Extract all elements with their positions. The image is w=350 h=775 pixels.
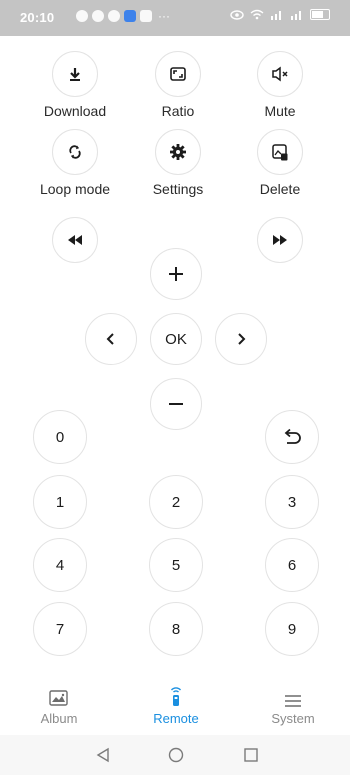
mute-label: Mute: [264, 103, 296, 119]
download-button[interactable]: [52, 51, 98, 97]
system-recents-button[interactable]: [241, 745, 261, 765]
digit-3-button[interactable]: 3: [265, 475, 319, 529]
notification-icons: ···: [76, 9, 170, 23]
system-back-button[interactable]: [93, 745, 113, 765]
chevron-left-icon: [106, 333, 114, 345]
minus-icon: [169, 403, 183, 405]
mute-icon: [272, 66, 288, 82]
album-icon: [49, 690, 68, 706]
ratio-label: Ratio: [161, 103, 195, 119]
loop-mode-button[interactable]: [52, 129, 98, 175]
signal-icon: [271, 11, 281, 20]
fast-forward-icon: [273, 235, 287, 245]
loop-mode-label: Loop mode: [39, 181, 111, 197]
nav-album[interactable]: Album: [14, 685, 104, 726]
mute-button[interactable]: [257, 51, 303, 97]
settings-label: Settings: [152, 181, 204, 197]
back-button[interactable]: [265, 410, 319, 464]
delete-button[interactable]: [257, 129, 303, 175]
battery-icon: [310, 9, 330, 20]
ratio-icon: [170, 67, 186, 81]
plus-icon: [169, 267, 183, 281]
loop-icon: [69, 145, 81, 159]
shield-icon: [108, 10, 120, 22]
app-icon: [124, 10, 136, 22]
right-button[interactable]: [215, 313, 267, 365]
digit-4-button[interactable]: 4: [33, 538, 87, 592]
gear-icon: [170, 144, 186, 160]
bottom-nav: Album Remote System: [0, 685, 350, 735]
chat-icon: [92, 10, 104, 22]
plus-button[interactable]: [150, 248, 202, 300]
download-icon: [70, 68, 80, 81]
download-label: Download: [43, 103, 107, 119]
left-button[interactable]: [85, 313, 137, 365]
digit-5-button[interactable]: 5: [149, 538, 203, 592]
digit-7-button[interactable]: 7: [33, 602, 87, 656]
ratio-button[interactable]: [155, 51, 201, 97]
nav-album-label: Album: [40, 711, 78, 726]
settings-button[interactable]: [155, 129, 201, 175]
delete-label: Delete: [259, 181, 301, 197]
notification-icon: [76, 10, 88, 22]
ok-button[interactable]: OK: [150, 313, 202, 365]
circle-home-icon: [168, 747, 184, 763]
nav-system-label: System: [271, 711, 315, 726]
eye-icon: [230, 9, 244, 20]
remote-icon: [170, 687, 182, 706]
rewind-button[interactable]: [52, 217, 98, 263]
digit-1-button[interactable]: 1: [33, 475, 87, 529]
system-navigation-bar: [0, 735, 350, 775]
status-bar: 20:10 ···: [0, 0, 350, 36]
app-icon: [140, 10, 152, 22]
digit-2-button[interactable]: 2: [149, 475, 203, 529]
signal-icon: [291, 11, 301, 20]
minus-button[interactable]: [150, 378, 202, 430]
menu-icon: [285, 695, 301, 707]
chevron-right-icon: [238, 333, 246, 345]
fast-forward-button[interactable]: [257, 217, 303, 263]
status-time: 20:10: [20, 10, 55, 25]
nav-system[interactable]: System: [248, 685, 338, 726]
more-notifications-icon: ···: [158, 9, 170, 23]
digit-6-button[interactable]: 6: [265, 538, 319, 592]
digit-0-button[interactable]: 0: [33, 410, 87, 464]
digit-8-button[interactable]: 8: [149, 602, 203, 656]
nav-remote[interactable]: Remote: [131, 685, 221, 726]
wifi-icon: [250, 9, 264, 20]
triangle-back-icon: [96, 747, 109, 763]
square-recents-icon: [244, 748, 258, 762]
digit-9-button[interactable]: 9: [265, 602, 319, 656]
system-home-button[interactable]: [166, 745, 186, 765]
rewind-icon: [68, 235, 82, 245]
delete-icon: [271, 143, 287, 160]
system-status-icons: [230, 9, 330, 20]
back-icon: [284, 428, 301, 444]
nav-remote-label: Remote: [153, 711, 199, 726]
